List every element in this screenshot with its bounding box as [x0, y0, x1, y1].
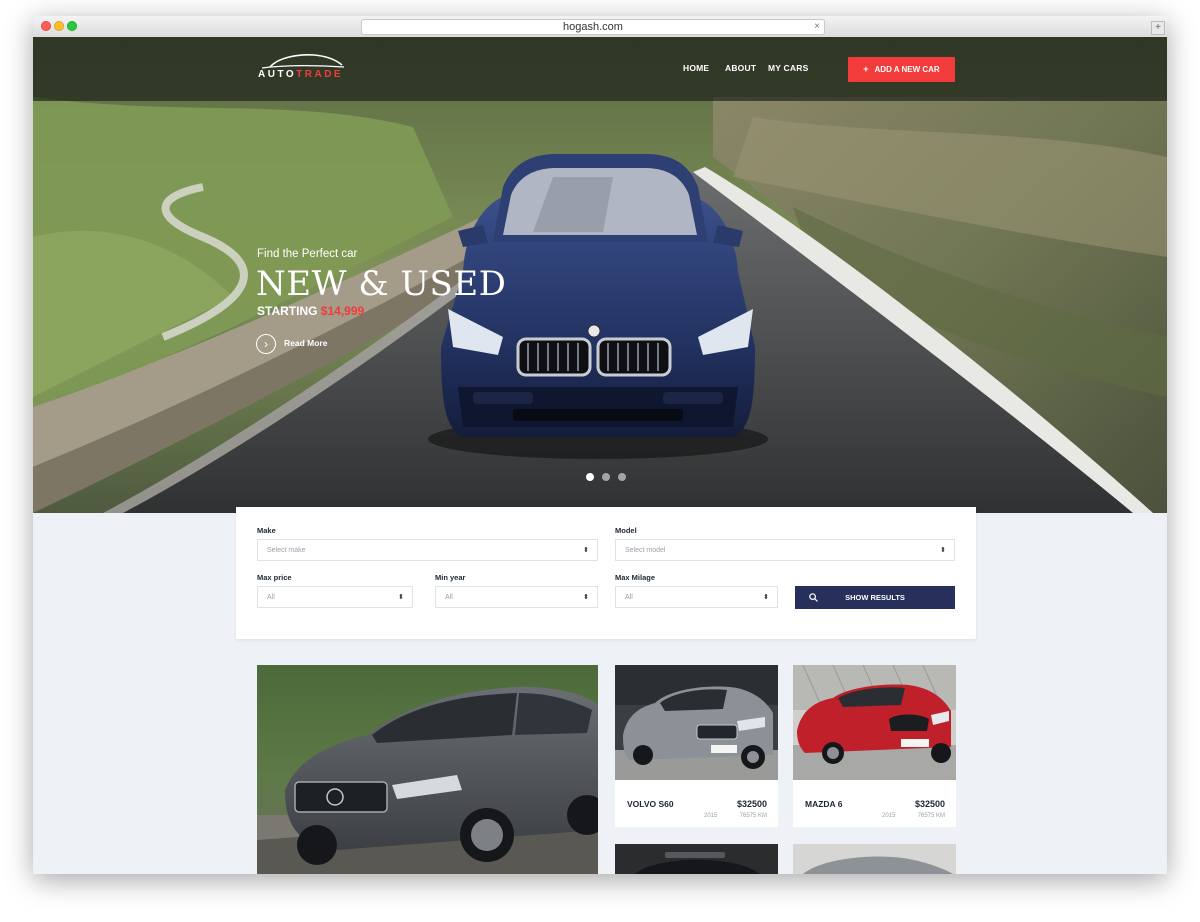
add-new-car-label: ADD A NEW CAR	[874, 65, 940, 74]
make-label: Make	[257, 526, 276, 535]
max-price-select-value: All	[267, 594, 275, 601]
show-results-label: SHOW RESULTS	[845, 593, 905, 602]
car-image-partial	[793, 844, 956, 874]
model-select[interactable]: Select model ⬍	[615, 539, 955, 561]
car-image-partial	[615, 844, 778, 874]
slide-dot-1[interactable]	[586, 473, 594, 481]
featured-car-card[interactable]	[257, 665, 598, 874]
top-navbar: AUTOTRADE HOME ABOUT MY CARS + ADD A NEW …	[33, 37, 1167, 101]
nav-my-cars[interactable]: MY CARS	[768, 63, 808, 73]
min-year-select-value: All	[445, 594, 453, 601]
hero-title: NEW & USED	[256, 264, 507, 304]
site-logo[interactable]: AUTOTRADE	[256, 52, 348, 84]
select-arrows-icon: ⬍	[583, 547, 589, 554]
browser-window: hogash.com × + AUTOTRADE HOME ABOUT MY C…	[33, 16, 1167, 874]
hero-background-image	[33, 37, 1167, 513]
make-select-value: Select make	[267, 547, 306, 554]
slide-dot-2[interactable]	[602, 473, 610, 481]
show-results-button[interactable]: SHOW RESULTS	[795, 586, 955, 609]
close-window-button[interactable]	[41, 21, 51, 31]
hero-price-value: $14,999	[320, 304, 365, 318]
model-label: Model	[615, 526, 637, 535]
max-mileage-label: Max Milage	[615, 573, 656, 582]
min-year-label: Min year	[435, 573, 466, 582]
hero-price: STARTING $14,999	[257, 304, 364, 318]
plus-icon: +	[863, 64, 869, 74]
car-card-partial-2[interactable]	[793, 844, 956, 874]
max-price-select[interactable]: All ⬍	[257, 586, 413, 608]
max-mileage-select[interactable]: All ⬍	[615, 586, 778, 608]
select-arrows-icon: ⬍	[940, 547, 946, 554]
select-arrows-icon: ⬍	[583, 594, 589, 601]
nav-about[interactable]: ABOUT	[725, 63, 756, 73]
car-name: MAZDA 6	[805, 799, 843, 809]
hero-subtitle: Find the Perfect car	[257, 248, 358, 260]
address-bar[interactable]: hogash.com ×	[361, 19, 825, 35]
car-year: 2015	[882, 813, 896, 819]
select-arrows-icon: ⬍	[763, 594, 769, 601]
logo-wordmark: AUTOTRADE	[258, 69, 343, 80]
car-mileage: 76575 KM	[917, 813, 945, 819]
car-price: $32500	[914, 799, 945, 809]
logo-text-auto: AUTO	[258, 69, 297, 80]
chevron-right-icon: ›	[256, 334, 276, 354]
car-price: $32500	[736, 799, 767, 809]
volvo-s60-photo	[615, 665, 778, 780]
minimize-window-button[interactable]	[54, 21, 64, 31]
car-outline-logo-icon	[261, 54, 345, 69]
slide-dot-3[interactable]	[618, 473, 626, 481]
car-card-mazda-6[interactable]: MAZDA 6 $32500 2015 76575 KM	[793, 665, 956, 827]
clear-url-icon[interactable]: ×	[814, 20, 820, 34]
nav-home[interactable]: HOME	[683, 63, 709, 73]
maximize-window-button[interactable]	[67, 21, 77, 31]
select-arrows-icon: ⬍	[398, 594, 404, 601]
make-select[interactable]: Select make ⬍	[257, 539, 598, 561]
car-image	[793, 665, 956, 780]
read-more-label: Read More	[284, 338, 328, 348]
min-year-select[interactable]: All ⬍	[435, 586, 598, 608]
car-card-volvo-s60[interactable]: VOLVO S60 $32500 2015 76575 KM	[615, 665, 778, 827]
max-price-label: Max price	[257, 573, 292, 582]
car-mileage: 76575 KM	[739, 813, 767, 819]
hero-price-prefix: STARTING	[257, 304, 318, 318]
add-new-car-button[interactable]: + ADD A NEW CAR	[848, 57, 955, 82]
mazda-6-photo	[793, 665, 956, 780]
car-search-form: Make Select make ⬍ Model Select model ⬍ …	[236, 507, 976, 639]
address-bar-url: hogash.com	[563, 21, 623, 33]
car-year: 2015	[704, 813, 718, 819]
search-icon	[809, 593, 818, 602]
hero-slider: AUTOTRADE HOME ABOUT MY CARS + ADD A NEW …	[33, 37, 1167, 513]
car-image	[615, 665, 778, 780]
max-mileage-select-value: All	[625, 594, 633, 601]
featured-car-image	[257, 665, 598, 874]
browser-toolbar: hogash.com × +	[33, 16, 1167, 38]
model-select-value: Select model	[625, 547, 666, 554]
logo-text-trade: TRADE	[296, 69, 344, 80]
new-tab-button[interactable]: +	[1151, 21, 1165, 35]
car-name: VOLVO S60	[627, 799, 674, 809]
car-card-partial-1[interactable]	[615, 844, 778, 874]
